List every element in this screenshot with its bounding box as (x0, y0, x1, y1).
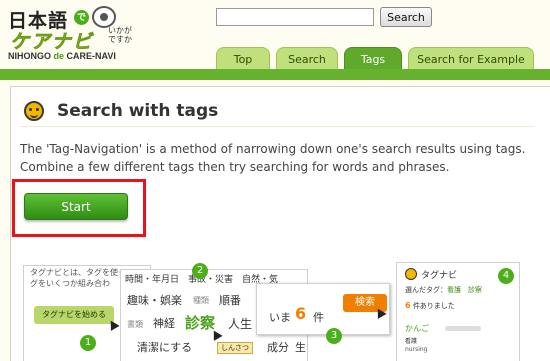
tag-item: 生 (295, 341, 306, 354)
preview-1-text: タグナビとは、タグを使っ (30, 268, 126, 277)
tag-nav-title: タグナビ (421, 271, 458, 281)
logo-tagline: いかが ですか (108, 26, 132, 44)
result-kanji: 看護 (405, 338, 418, 345)
result-word: かんご (405, 324, 429, 333)
count-unit: 件 (313, 311, 324, 324)
flower-icon (92, 6, 116, 28)
selected-tags: 選んだタグ：看護 診察 (405, 286, 482, 294)
search-button[interactable]: Search (380, 7, 432, 27)
reading-tooltip: しんさつ (217, 342, 253, 354)
search-input[interactable] (216, 8, 374, 26)
step-number-2: 2 (192, 263, 208, 279)
tag-item: 順番 (219, 294, 241, 307)
start-tag-nav-button: タグナビを始める (34, 306, 114, 324)
tag-item-highlighted: 診察 (185, 314, 216, 332)
smiley-face-icon (405, 268, 417, 280)
step-number-1: 1 (80, 335, 96, 351)
tag-item: 趣味・娯楽 (127, 294, 182, 307)
tag-item: 神経 (153, 317, 175, 330)
smiley-face-icon (24, 101, 44, 121)
tag-item: 人生 (228, 317, 253, 331)
result-summary: 6 件ありました (405, 301, 455, 310)
nav-bar (0, 69, 550, 80)
divider (20, 126, 535, 127)
tag-item: 書類 (127, 320, 143, 329)
audio-slider (445, 326, 481, 331)
tag-item: 成分 (267, 341, 289, 354)
tag-item: 清潔にする (137, 341, 193, 354)
page-description: The 'Tag-Navigation' is a method of narr… (20, 142, 526, 174)
tag-item: 種類 (193, 296, 209, 305)
logo-katakana: ケアナビ (10, 32, 94, 54)
preview-1-text: グをいくつか組み合わ (30, 279, 110, 288)
count-label: いま (269, 311, 291, 324)
start-button[interactable]: Start (24, 193, 128, 220)
step-number-3: 3 (326, 328, 342, 344)
tab-search[interactable]: Search (276, 47, 338, 70)
page-title: Search with tags (57, 101, 219, 121)
result-count: 6 (295, 304, 307, 323)
tab-tags[interactable]: Tags (344, 47, 402, 70)
site-logo[interactable]: 日本語 で ケアナビ いかが ですか NIHONGO de CARE-NAVI (8, 4, 138, 62)
preview-step-3: いま 6 件 検索 (256, 283, 390, 335)
logo-subtitle: NIHONGO de CARE-NAVI (8, 51, 116, 61)
step-number-4: 4 (498, 268, 514, 284)
result-romaji: nursing (405, 346, 428, 353)
logo-de-badge: で (74, 10, 89, 25)
tab-top[interactable]: Top (216, 47, 270, 70)
tab-search-for-example[interactable]: Search for Example (408, 47, 534, 70)
